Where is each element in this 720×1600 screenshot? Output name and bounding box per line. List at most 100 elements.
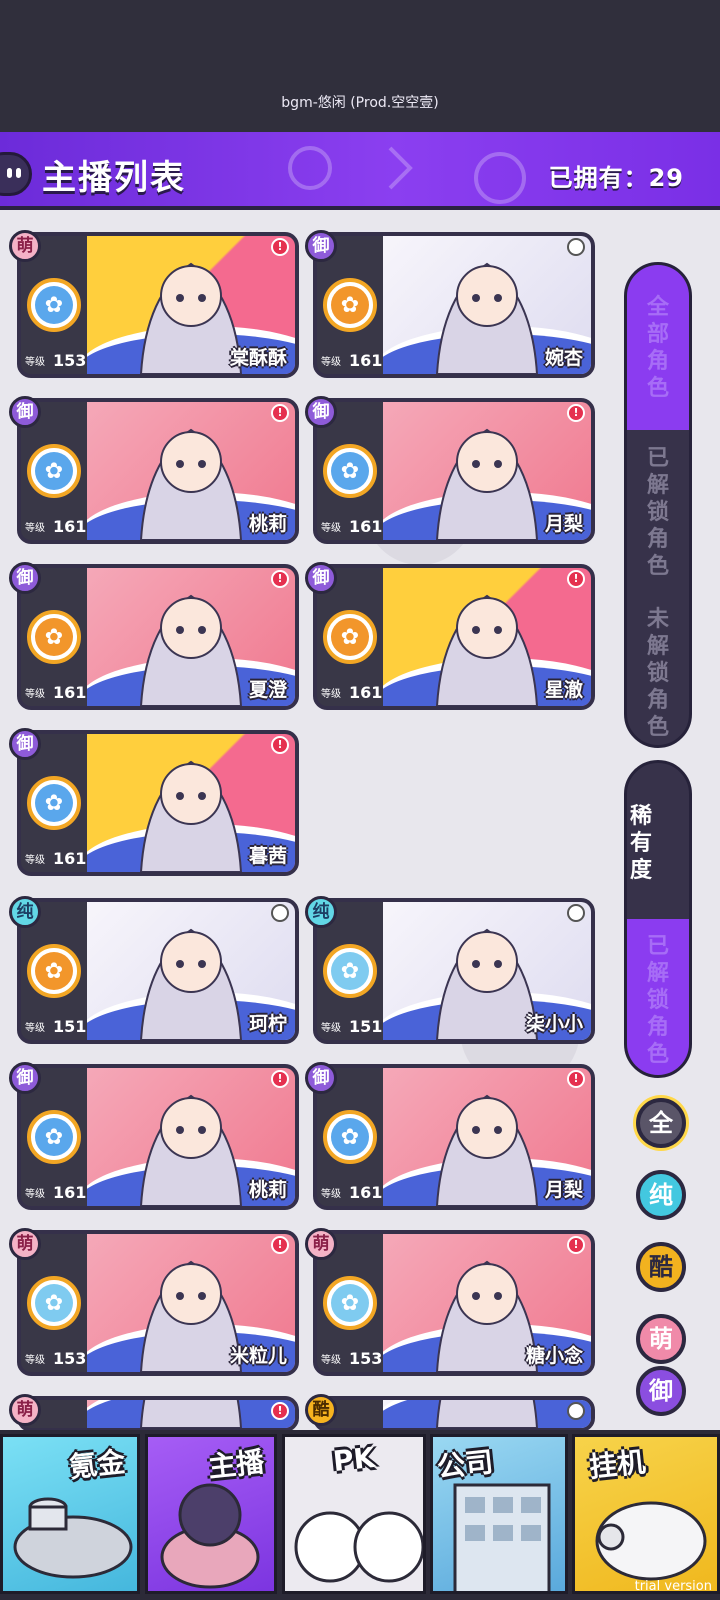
skill-icon: ✿ [27,776,81,830]
rose-icon: ✿ [35,952,73,990]
character-name: 月梨 [544,1179,583,1201]
streamer-card[interactable]: ! ✿ 等级 161 桃莉 [17,398,299,544]
rarity-selector[interactable]: 已解锁角色 [627,919,689,1075]
character-figure [435,1094,539,1206]
alert-badge: ! [567,1070,585,1088]
watermark: trial version [634,1579,712,1594]
character-figure [139,1094,243,1206]
streamer-card[interactable]: ! [17,1396,299,1432]
filter-all-button[interactable]: 全 [636,1098,686,1148]
level-value: 153 [349,1349,383,1368]
character-name: 桃莉 [248,513,287,535]
character-name: 夏澄 [248,679,287,701]
type-badge: 御 [305,396,337,428]
skill-icon: ✿ [323,278,377,332]
alert-badge: ! [271,238,289,256]
character-portrait [87,1400,295,1428]
app-screen: bgm-悠闲 (Prod.空空壹) 主播列表 已拥有：29 ! ✿ 等级 153 棠酥酥… [0,0,720,1600]
skill-icon: ✿ [27,278,81,332]
streamer-card[interactable]: ✿ 等级 161 婉杏 [313,232,595,378]
streamer-card[interactable]: ! ✿ 等级 161 夏澄 [17,564,299,710]
alert-badge: ! [271,736,289,754]
character-name: 星澈 [544,679,583,701]
tab-all-characters[interactable]: 全部角色 [627,265,689,430]
owned-count: 已拥有：29 [548,164,684,192]
status-area: bgm-悠闲 (Prod.空空壹) [0,0,720,132]
type-badge: 御 [9,562,41,594]
level-value: 151 [349,1017,383,1036]
level-label: 等级 [25,1355,45,1366]
filter-panel: 全部角色 已解锁角色 未解锁角色 [624,262,692,748]
filter-mature-button[interactable]: 御 [636,1366,686,1416]
nav-label: 公司 [435,1445,495,1484]
nav-company[interactable]: 公司 [430,1434,568,1594]
alert-badge: ! [271,570,289,588]
streamer-card[interactable]: ! ✿ 等级 161 月梨 [313,1064,595,1210]
nav-pk[interactable]: PK [282,1434,426,1594]
status-dot [567,238,585,256]
level-label: 等级 [321,1189,341,1200]
tab-locked-characters[interactable]: 未解锁角色 [627,595,689,745]
rose-icon: ✿ [35,784,73,822]
level-value: 161 [349,351,383,370]
level-label: 等级 [321,523,341,534]
level-value: 151 [53,1017,87,1036]
type-badge: 萌 [9,1228,41,1260]
nav-label: 主播 [206,1445,266,1484]
streamer-card[interactable]: ! ✿ 等级 161 月梨 [313,398,595,544]
streamer-card[interactable]: ! ✿ 等级 153 棠酥酥 [17,232,299,378]
status-dot [567,904,585,922]
nav-idle[interactable]: 挂机 [572,1434,720,1594]
character-figure [139,928,243,1040]
filter-cute-button[interactable]: 萌 [636,1314,686,1364]
tab-unlocked-characters[interactable]: 已解锁角色 [627,430,689,595]
type-badge: 御 [305,562,337,594]
nav-label: 挂机 [587,1445,647,1484]
skill-icon: ✿ [27,610,81,664]
rose-icon: ✿ [331,952,369,990]
filter-pure-button[interactable]: 纯 [636,1170,686,1220]
rarity-panel: 稀有度 已解锁角色 [624,760,692,1078]
level-value: 161 [53,683,87,702]
type-badge: 纯 [9,896,41,928]
rose-icon: ✿ [331,452,369,490]
nav-streamer[interactable]: 主播 [145,1434,277,1594]
nav-recharge[interactable]: 氪金 [0,1434,140,1594]
skill-icon: ✿ [323,1276,377,1330]
skill-icon: ✿ [27,444,81,498]
streamer-card[interactable]: ✿ 等级 151 柒小小 [313,898,595,1044]
alert-badge: ! [567,570,585,588]
skill-icon: ✿ [27,1110,81,1164]
level-value: 161 [53,1183,87,1202]
level-value: 161 [349,517,383,536]
status-dot [567,1402,585,1420]
streamer-card[interactable]: ! ✿ 等级 153 糖小念 [313,1230,595,1376]
alert-badge: ! [271,1236,289,1254]
level-value: 153 [53,351,87,370]
streamer-card[interactable] [313,1396,595,1432]
skill-icon: ✿ [323,444,377,498]
filter-cool-button[interactable]: 酷 [636,1242,686,1292]
back-button[interactable] [0,152,32,196]
character-name: 珂柠 [248,1013,287,1035]
character-figure [435,428,539,540]
character-name: 棠酥酥 [229,347,287,369]
character-name: 桃莉 [248,1179,287,1201]
level-label: 等级 [25,357,45,368]
rose-icon: ✿ [35,286,73,324]
rose-icon: ✿ [331,1118,369,1156]
streamer-card[interactable]: ! ✿ 等级 161 桃莉 [17,1064,299,1210]
level-value: 161 [53,849,87,868]
level-label: 等级 [321,689,341,700]
streamer-card[interactable]: ! ✿ 等级 161 暮茜 [17,730,299,876]
header-decoration [288,146,526,204]
skill-icon: ✿ [27,944,81,998]
level-label: 等级 [25,1189,45,1200]
character-figure [139,760,243,872]
page-title: 主播列表 [42,158,186,198]
streamer-card[interactable]: ! ✿ 等级 161 星澈 [313,564,595,710]
skill-icon: ✿ [323,1110,377,1164]
streamer-card[interactable]: ! ✿ 等级 153 米粒儿 [17,1230,299,1376]
character-figure [435,262,539,374]
streamer-card[interactable]: ✿ 等级 151 珂柠 [17,898,299,1044]
